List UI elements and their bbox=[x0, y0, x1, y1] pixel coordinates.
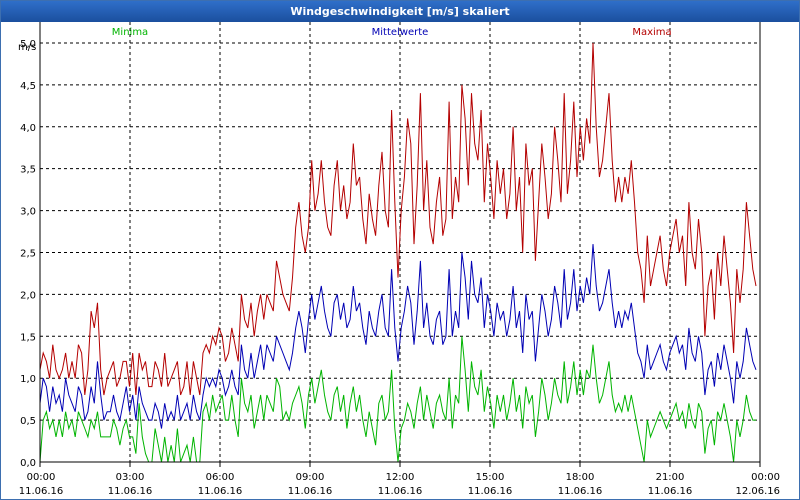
x-tick-date: 11.06.16 bbox=[198, 486, 243, 497]
x-tick-labels: 00:00 11.06.16 03:00 11.06.16 06:00 11.06.16 0… bbox=[19, 472, 780, 497]
x-tick-time: 03:00 bbox=[116, 472, 145, 483]
x-tick-time: 00:00 bbox=[27, 472, 56, 483]
x-tick-time: 21:00 bbox=[656, 472, 685, 483]
wind-speed-chart: 0,00,51,01,52,02,53,03,54,04,55,0 00:001… bbox=[18, 22, 780, 497]
x-tick-time: 18:00 bbox=[566, 472, 595, 483]
legend-minima: Minima bbox=[112, 27, 148, 38]
y-tick-label: 3,0 bbox=[20, 207, 36, 218]
x-tick-time: 15:00 bbox=[476, 472, 505, 483]
y-tick-label: 1,0 bbox=[20, 374, 36, 385]
y-tick-labels: 0,00,51,01,52,02,53,03,54,04,55,0 bbox=[20, 39, 36, 469]
y-axis-unit: m/s bbox=[18, 42, 36, 53]
y-tick-label: 4,5 bbox=[20, 81, 36, 92]
y-tick-label: 2,0 bbox=[20, 290, 36, 301]
x-tick-date: 11.06.16 bbox=[468, 486, 513, 497]
x-tick-date: 11.06.16 bbox=[288, 486, 333, 497]
x-tick-date: 12.06.16 bbox=[735, 486, 780, 497]
y-tick-label: 4,0 bbox=[20, 123, 36, 134]
x-tick-time: 06:00 bbox=[206, 472, 235, 483]
legend-mittelwerte: Mittelwerte bbox=[372, 27, 429, 38]
legend-maxima: Maxima bbox=[632, 27, 671, 38]
y-tick-label: 3,5 bbox=[20, 165, 36, 176]
x-tick-date: 11.06.16 bbox=[19, 486, 64, 497]
y-tick-label: 0,5 bbox=[20, 416, 36, 427]
x-tick-date: 11.06.16 bbox=[378, 486, 423, 497]
x-tick-date: 11.06.16 bbox=[558, 486, 603, 497]
x-tick-time: 12:00 bbox=[386, 472, 415, 483]
x-tick-time: 09:00 bbox=[296, 472, 325, 483]
y-tick-label: 0,0 bbox=[20, 458, 36, 469]
x-tick-date: 11.06.16 bbox=[108, 486, 153, 497]
x-tick-time: 00:00 bbox=[751, 472, 780, 483]
y-tick-label: 2,5 bbox=[20, 248, 36, 259]
y-tick-label: 1,5 bbox=[20, 332, 36, 343]
x-tick-date: 11.06.16 bbox=[648, 486, 693, 497]
